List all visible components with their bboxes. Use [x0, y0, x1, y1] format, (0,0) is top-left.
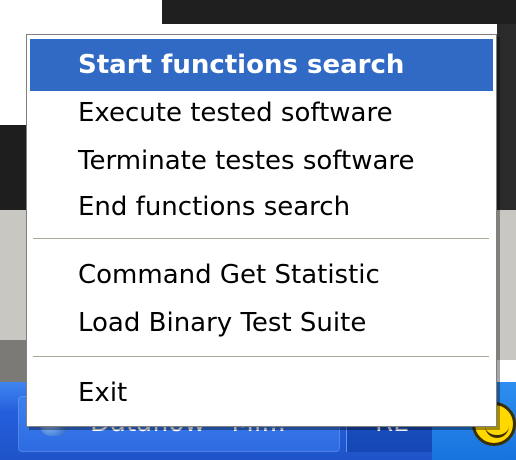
menu-item-terminate-tested-software[interactable]: Terminate testes software: [30, 135, 493, 187]
background-window-left: [0, 125, 28, 210]
menu-separator: [33, 356, 489, 358]
menu-item-load-binary-test-suite[interactable]: Load Binary Test Suite: [30, 297, 493, 349]
menu-item-execute-tested-software[interactable]: Execute tested software: [30, 87, 493, 139]
background-window-right: [497, 24, 516, 210]
context-menu: Start functions search Execute tested so…: [26, 34, 497, 427]
background-window-top: [162, 0, 516, 24]
menu-separator: [33, 238, 489, 240]
menu-item-start-functions-search[interactable]: Start functions search: [30, 39, 493, 91]
menu-item-command-get-statistic[interactable]: Command Get Statistic: [30, 249, 493, 301]
background-window-right-lower: [497, 210, 516, 360]
menu-item-exit[interactable]: Exit: [30, 367, 493, 419]
screen: Dataflow - Mi... RL Start functions sear…: [0, 0, 516, 460]
menu-item-end-functions-search[interactable]: End functions search: [30, 181, 493, 233]
background-window-left-lower: [0, 210, 28, 340]
background-window-left-bottom: [0, 340, 28, 382]
